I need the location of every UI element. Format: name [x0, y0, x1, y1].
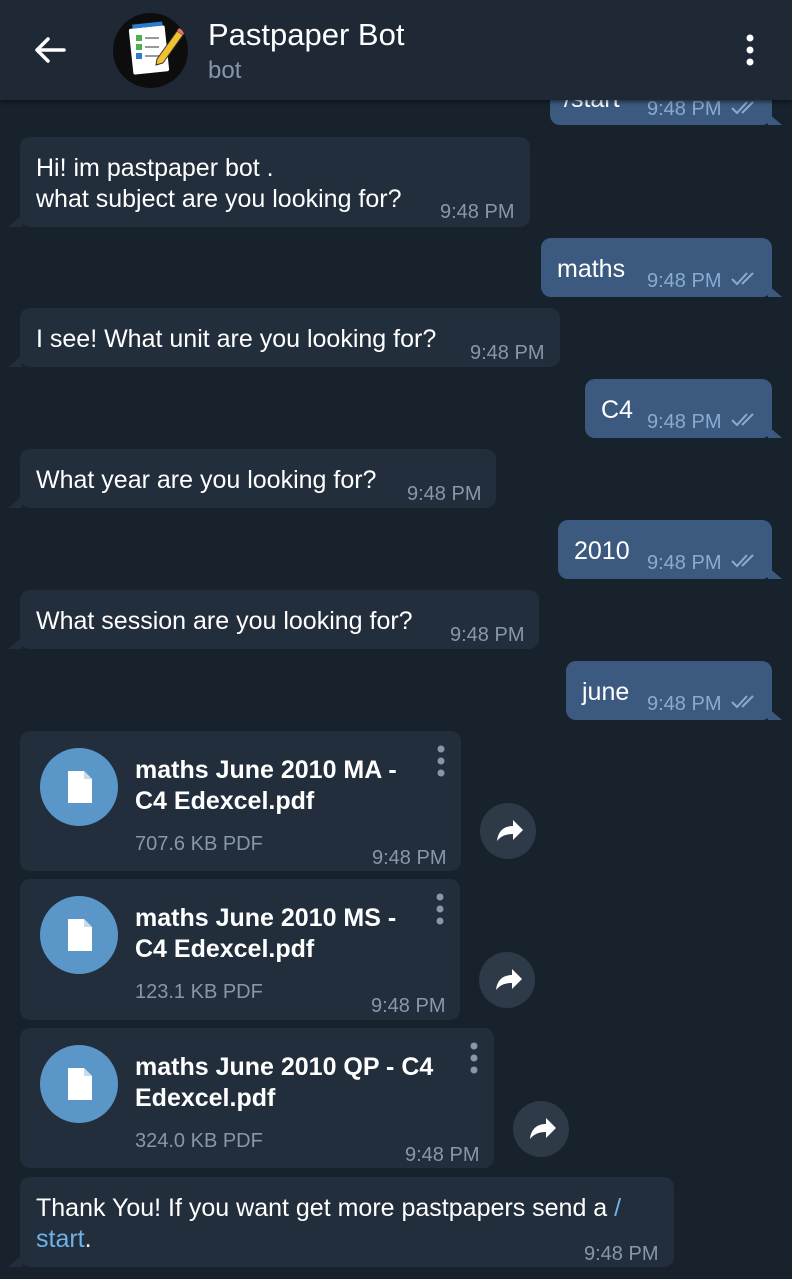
file-name-line1[interactable]: maths June 2010 MS - — [135, 903, 396, 934]
document-icon[interactable] — [40, 1045, 118, 1123]
bot-avatar[interactable] — [113, 13, 188, 88]
chat-header: Pastpaper Bot bot — [0, 0, 792, 100]
incoming-message[interactable]: Hi! im pastpaper bot . what subject are … — [20, 137, 530, 227]
document-icon[interactable] — [40, 748, 118, 826]
message-time: 9:48 PM — [405, 1144, 480, 1166]
file-name-line2[interactable]: C4 Edexcel.pdf — [135, 934, 314, 965]
bubble-tail — [768, 567, 782, 579]
message-time: 9:48 PM — [647, 552, 722, 574]
document-icon[interactable] — [40, 896, 118, 974]
message-time: 9:48 PM — [647, 411, 722, 433]
message-text-line1: Hi! im pastpaper bot . — [36, 154, 274, 182]
bubble-tail — [8, 1255, 22, 1267]
outgoing-message[interactable]: june 9:48 PM — [566, 661, 772, 720]
message-time: 9:48 PM — [440, 201, 515, 223]
outgoing-message[interactable]: C4 9:48 PM — [585, 379, 772, 438]
message-time: 9:48 PM — [647, 693, 722, 715]
incoming-message[interactable]: Thank You! If you want get more pastpape… — [20, 1177, 674, 1267]
back-arrow-icon[interactable] — [30, 30, 70, 70]
bubble-tail — [768, 426, 782, 438]
start-command-link[interactable]: start — [36, 1225, 85, 1253]
bubble-tail — [768, 708, 782, 720]
double-check-icon — [731, 554, 754, 568]
bubble-tail — [8, 215, 22, 227]
chat-title[interactable]: Pastpaper Bot — [208, 17, 404, 53]
message-time: 9:48 PM — [371, 995, 446, 1017]
message-time: 9:48 PM — [647, 270, 722, 292]
double-check-icon — [731, 413, 754, 427]
bubble-tail — [768, 113, 782, 125]
double-check-icon — [731, 101, 754, 115]
file-name-line2[interactable]: Edexcel.pdf — [135, 1083, 275, 1114]
message-text-suffix: . — [84, 1225, 92, 1253]
vertical-dots-icon[interactable] — [467, 1041, 481, 1077]
message-time: 9:48 PM — [450, 624, 525, 646]
message-text-line2: start. — [36, 1224, 92, 1255]
incoming-message[interactable]: I see! What unit are you looking for? 9:… — [20, 308, 560, 367]
share-arrow-icon[interactable] — [513, 1101, 569, 1157]
outgoing-message[interactable]: 2010 9:48 PM — [558, 520, 772, 579]
file-name-line1[interactable]: maths June 2010 MA - — [135, 755, 397, 786]
outgoing-message[interactable]: maths 9:48 PM — [541, 238, 772, 297]
file-size: 707.6 KB PDF — [135, 833, 263, 855]
message-text: I see! What unit are you looking for? — [36, 325, 437, 353]
message-text: What session are you looking for? — [36, 607, 413, 635]
file-message[interactable]: maths June 2010 QP - C4 Edexcel.pdf 324.… — [20, 1028, 494, 1168]
message-time: 9:48 PM — [372, 847, 447, 869]
incoming-message[interactable]: What year are you looking for? 9:48 PM — [20, 449, 496, 508]
file-size: 123.1 KB PDF — [135, 981, 263, 1003]
message-text-line2: what subject are you looking for? — [36, 185, 402, 213]
file-size: 324.0 KB PDF — [135, 1130, 263, 1152]
bubble-tail — [8, 637, 22, 649]
incoming-message[interactable]: What session are you looking for? 9:48 P… — [20, 590, 539, 649]
message-text: 2010 — [574, 537, 630, 565]
file-name-line1[interactable]: maths June 2010 QP - C4 — [135, 1052, 433, 1083]
message-text: What year are you looking for? — [36, 466, 377, 494]
message-time: 9:48 PM — [584, 1243, 659, 1265]
message-text: june — [582, 678, 630, 706]
message-time: 9:48 PM — [470, 342, 545, 364]
bubble-tail — [768, 285, 782, 297]
file-message[interactable]: maths June 2010 MA - C4 Edexcel.pdf 707.… — [20, 731, 461, 871]
message-text: C4 — [601, 396, 633, 424]
share-arrow-icon[interactable] — [480, 803, 536, 859]
vertical-dots-icon[interactable] — [433, 892, 447, 928]
chat-subtitle: bot — [208, 57, 242, 84]
file-message[interactable]: maths June 2010 MS - C4 Edexcel.pdf 123.… — [20, 879, 460, 1020]
bubble-tail — [8, 355, 22, 367]
file-name-line2[interactable]: C4 Edexcel.pdf — [135, 786, 314, 817]
bubble-tail — [8, 496, 22, 508]
message-time: 9:48 PM — [407, 483, 482, 505]
message-text-line1: Thank You! If you want get more pastpape… — [36, 1193, 621, 1224]
notepad-icon — [128, 21, 185, 75]
start-command-link[interactable]: / — [614, 1194, 621, 1222]
vertical-dots-icon[interactable] — [735, 30, 765, 70]
message-text: maths — [557, 255, 626, 283]
double-check-icon — [731, 695, 754, 709]
vertical-dots-icon[interactable] — [434, 744, 448, 780]
message-text: Thank You! If you want get more pastpape… — [36, 1194, 608, 1222]
share-arrow-icon[interactable] — [479, 952, 535, 1008]
double-check-icon — [731, 272, 754, 286]
